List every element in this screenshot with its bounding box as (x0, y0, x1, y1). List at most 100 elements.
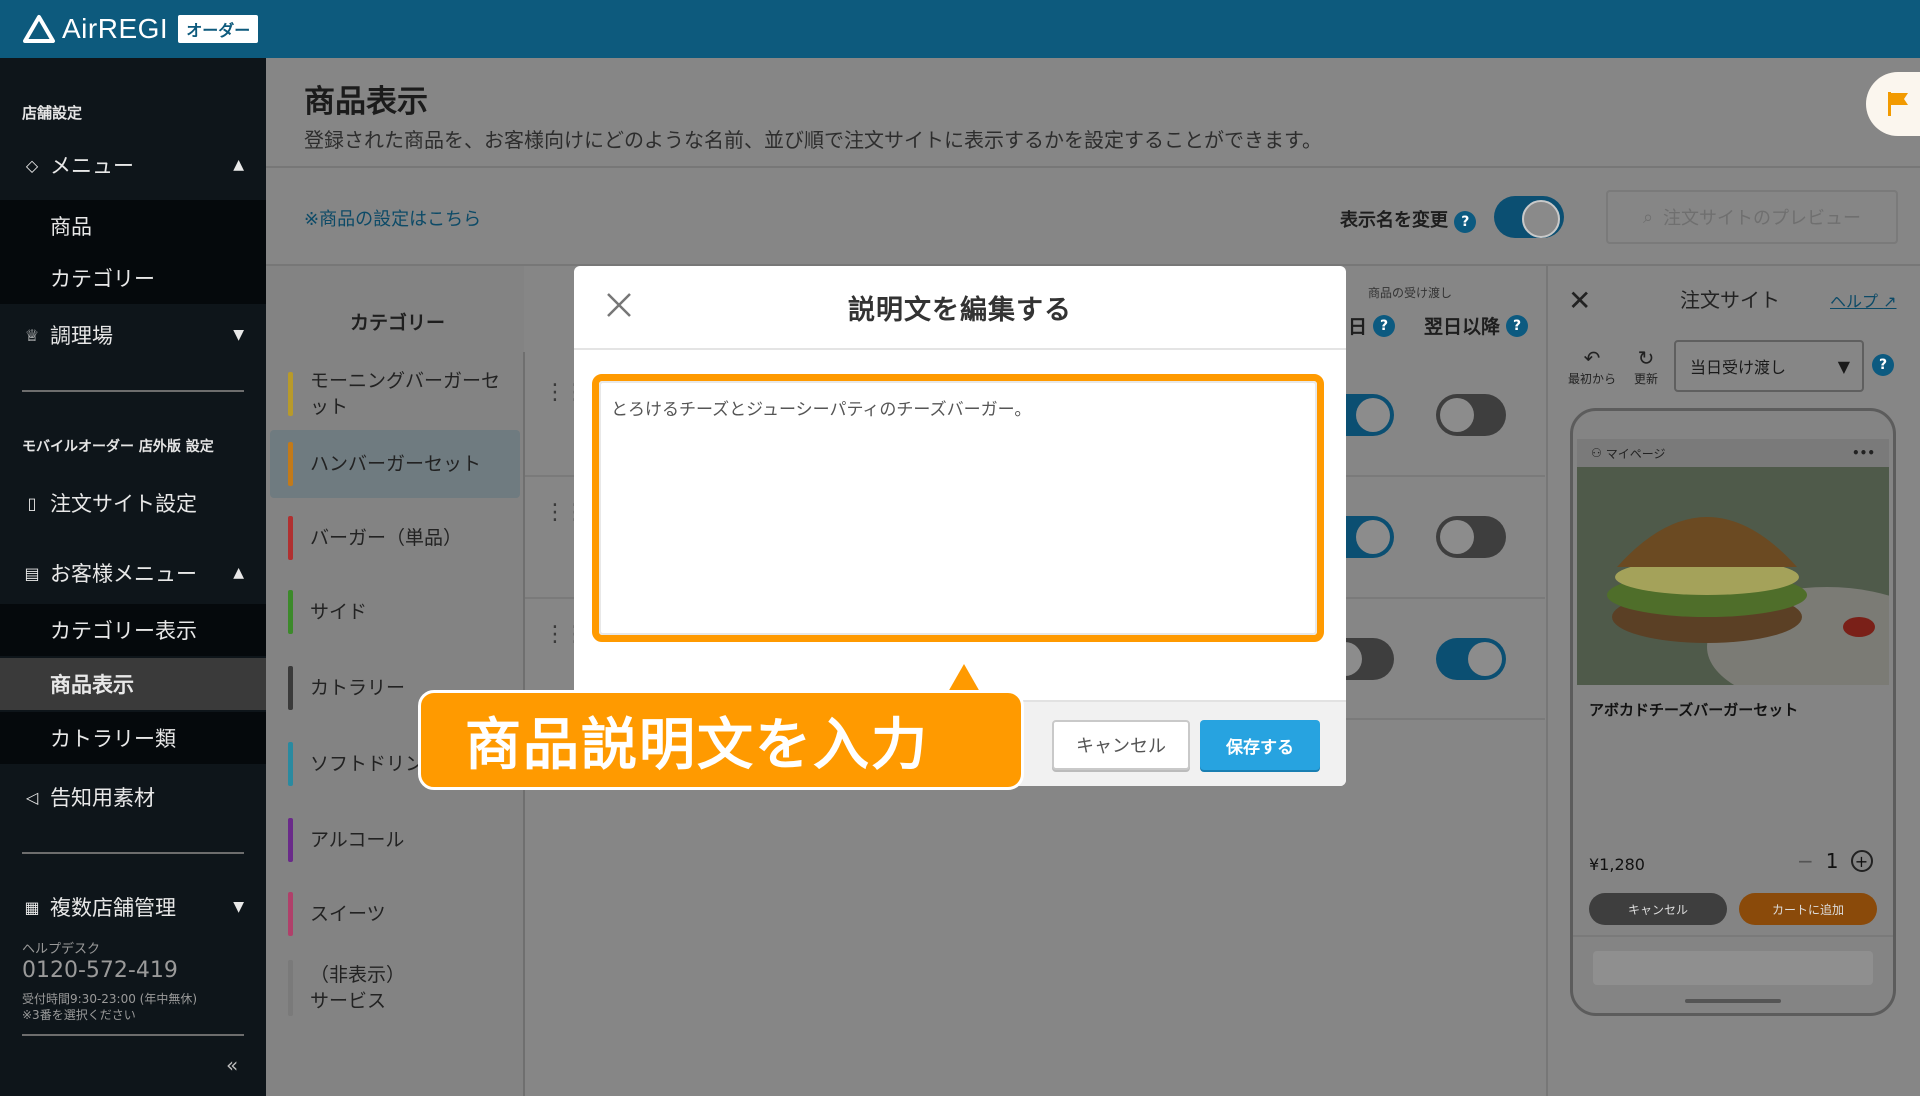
page-title: 商品表示 (304, 84, 428, 120)
header-divider (266, 166, 1920, 168)
category-color-bar (288, 742, 293, 786)
sidebar-item-label: 複数店舗管理 (50, 896, 176, 920)
category-item[interactable]: スイーツ (270, 880, 520, 948)
sidebar-item-promo[interactable]: ◁ 告知用素材 (0, 770, 266, 824)
order-site-title: 注文サイト (1680, 288, 1780, 312)
next-day-toggle[interactable] (1436, 638, 1506, 680)
phone-icon: ▯ (27, 493, 37, 513)
category-label: バーガー（単品） (310, 527, 463, 549)
close-panel-icon[interactable]: ✕ (1568, 284, 1591, 317)
category-label: ハンバーガーセット (310, 453, 482, 475)
mypage-label[interactable]: マイページ (1606, 445, 1666, 462)
undo-icon: ↶ (1583, 346, 1601, 370)
category-label: スイーツ (310, 903, 386, 925)
category-item[interactable]: ハンバーガーセット (270, 430, 520, 498)
refresh-button[interactable]: ↻ 更新 (1634, 346, 1658, 387)
external-link-icon: ↗ (1883, 292, 1897, 311)
category-item[interactable]: アルコール (270, 806, 520, 874)
category-item[interactable]: モーニングバーガーセット (270, 360, 520, 428)
helpdesk-hours: 受付時間9:30-23:00 (年中無休) (22, 992, 198, 1006)
app-logo[interactable]: AirREGI オーダー (22, 12, 259, 46)
sidebar-sub-item-category[interactable]: カテゴリー (0, 252, 266, 304)
help-icon[interactable]: ? (1373, 314, 1396, 337)
category-column-header: カテゴリー (350, 312, 446, 334)
sidebar-sub-item-product-display[interactable]: 商品表示 (0, 658, 266, 710)
top-bar: AirREGI オーダー (0, 0, 1920, 58)
page-description: 登録された商品を、お客様向けにどのような名前、並び順で注文サイトに表示するかを設… (304, 128, 1322, 152)
sidebar-sub-item-cutlery[interactable]: カトラリー類 (0, 712, 266, 764)
sidebar-sub-item-product[interactable]: 商品 (0, 200, 266, 252)
product-settings-link[interactable]: ※商品の設定はこちら (304, 205, 481, 231)
chevron-down-icon: ▼ (233, 327, 244, 343)
sidebar-item-label: メニュー (50, 154, 134, 178)
preview-button[interactable]: ⌕ 注文サイトのプレビュー (1606, 190, 1898, 244)
megaphone-icon: ◁ (25, 787, 39, 807)
category-label: （非表示） サービス (310, 964, 406, 1012)
sidebar-item-kitchen[interactable]: ♕ 調理場 ▼ (0, 308, 266, 362)
pickup-select[interactable]: 当日受け渡し ▼ (1674, 340, 1864, 392)
next-day-label: 翌日以降 (1424, 316, 1501, 338)
sidebar-section-mobile: モバイルオーダー 店外版 設定 (22, 439, 214, 455)
minus-button[interactable]: − (1797, 849, 1814, 873)
phone-header: ⚇ マイページ ••• (1577, 439, 1889, 467)
category-label: サイド (310, 601, 368, 623)
chevron-down-icon: ▼ (233, 899, 244, 915)
sidebar: 店舗設定 ◇ メニュー ▲ 商品 カテゴリー ♕ 調理場 ▼ モバイルオーダー … (0, 58, 266, 1096)
toggle-knob (1468, 642, 1502, 676)
same-day-label: 日 (1348, 316, 1368, 338)
toggle-knob (1356, 520, 1390, 554)
helpdesk-note: ※3番を選択ください (22, 1008, 136, 1022)
home-indicator (1685, 999, 1781, 1003)
category-label: モーニングバーガーセット (310, 370, 501, 418)
reset-button[interactable]: ↶ 最初から (1568, 346, 1616, 387)
category-color-bar (288, 818, 293, 862)
callout-pointer (948, 664, 980, 692)
save-button[interactable]: 保存する (1200, 720, 1320, 770)
category-color-bar (288, 516, 293, 560)
next-day-toggle[interactable] (1436, 516, 1506, 558)
rename-toggle-label: 表示名を変更 (1340, 210, 1448, 231)
sidebar-item-label: お客様メニュー (50, 562, 197, 586)
help-link[interactable]: ヘルプ ↗ (1830, 288, 1897, 312)
help-link-label: ヘルプ (1830, 292, 1879, 311)
store-icon: ▦ (24, 897, 40, 917)
sidebar-item-menu[interactable]: ◇ メニュー ▲ (0, 138, 266, 192)
category-item[interactable]: （非表示） サービス (270, 948, 520, 1028)
refresh-icon: ↻ (1637, 346, 1655, 370)
cancel-button[interactable]: キャンセル (1052, 720, 1190, 770)
sidebar-divider (22, 390, 244, 392)
next-day-toggle[interactable] (1436, 394, 1506, 436)
product-price: ¥1,280 (1589, 855, 1645, 874)
instruction-callout: 商品説明文を入力 (418, 690, 1024, 790)
sidebar-item-multi-store[interactable]: ▦ 複数店舗管理 ▼ (0, 880, 266, 934)
rename-toggle-row: 表示名を変更 ? (1340, 206, 1477, 233)
category-item[interactable]: バーガー（単品） (270, 504, 520, 572)
chevron-down-icon: ▼ (1837, 356, 1850, 376)
sidebar-item-customer-menu[interactable]: ▤ お客様メニュー ▲ (0, 546, 266, 600)
menu-book-icon: ▤ (24, 563, 40, 583)
plus-button[interactable]: + (1850, 850, 1873, 872)
category-label: カトラリー (310, 677, 406, 699)
pickup-select-value: 当日受け渡し (1690, 358, 1787, 377)
rename-toggle[interactable] (1494, 196, 1564, 238)
help-icon[interactable]: ? (1506, 314, 1529, 337)
flag-icon (1888, 92, 1908, 116)
more-icon[interactable]: ••• (1852, 446, 1875, 460)
phone-cancel-button[interactable]: キャンセル (1589, 893, 1727, 925)
sidebar-item-label: 注文サイト設定 (50, 492, 197, 516)
quantity-value: 1 (1825, 849, 1839, 873)
collapse-sidebar-button[interactable]: « (226, 1053, 238, 1077)
description-highlight (592, 374, 1324, 642)
category-color-bar (288, 666, 293, 710)
helpdesk-phone: 0120-572-419 (22, 958, 178, 983)
add-to-cart-button[interactable]: カートに追加 (1739, 893, 1877, 925)
chef-hat-icon: ♕ (24, 325, 40, 345)
sidebar-item-order-site[interactable]: ▯ 注文サイト設定 (0, 476, 266, 530)
help-icon[interactable]: ? (1872, 354, 1894, 376)
sidebar-sub-item-category-display[interactable]: カテゴリー表示 (0, 604, 266, 656)
category-item[interactable]: サイド (270, 578, 520, 646)
help-icon[interactable]: ? (1454, 211, 1477, 233)
chevron-up-icon: ▲ (233, 157, 244, 173)
airregi-logo-icon (23, 15, 55, 43)
description-textarea[interactable] (599, 381, 1317, 635)
